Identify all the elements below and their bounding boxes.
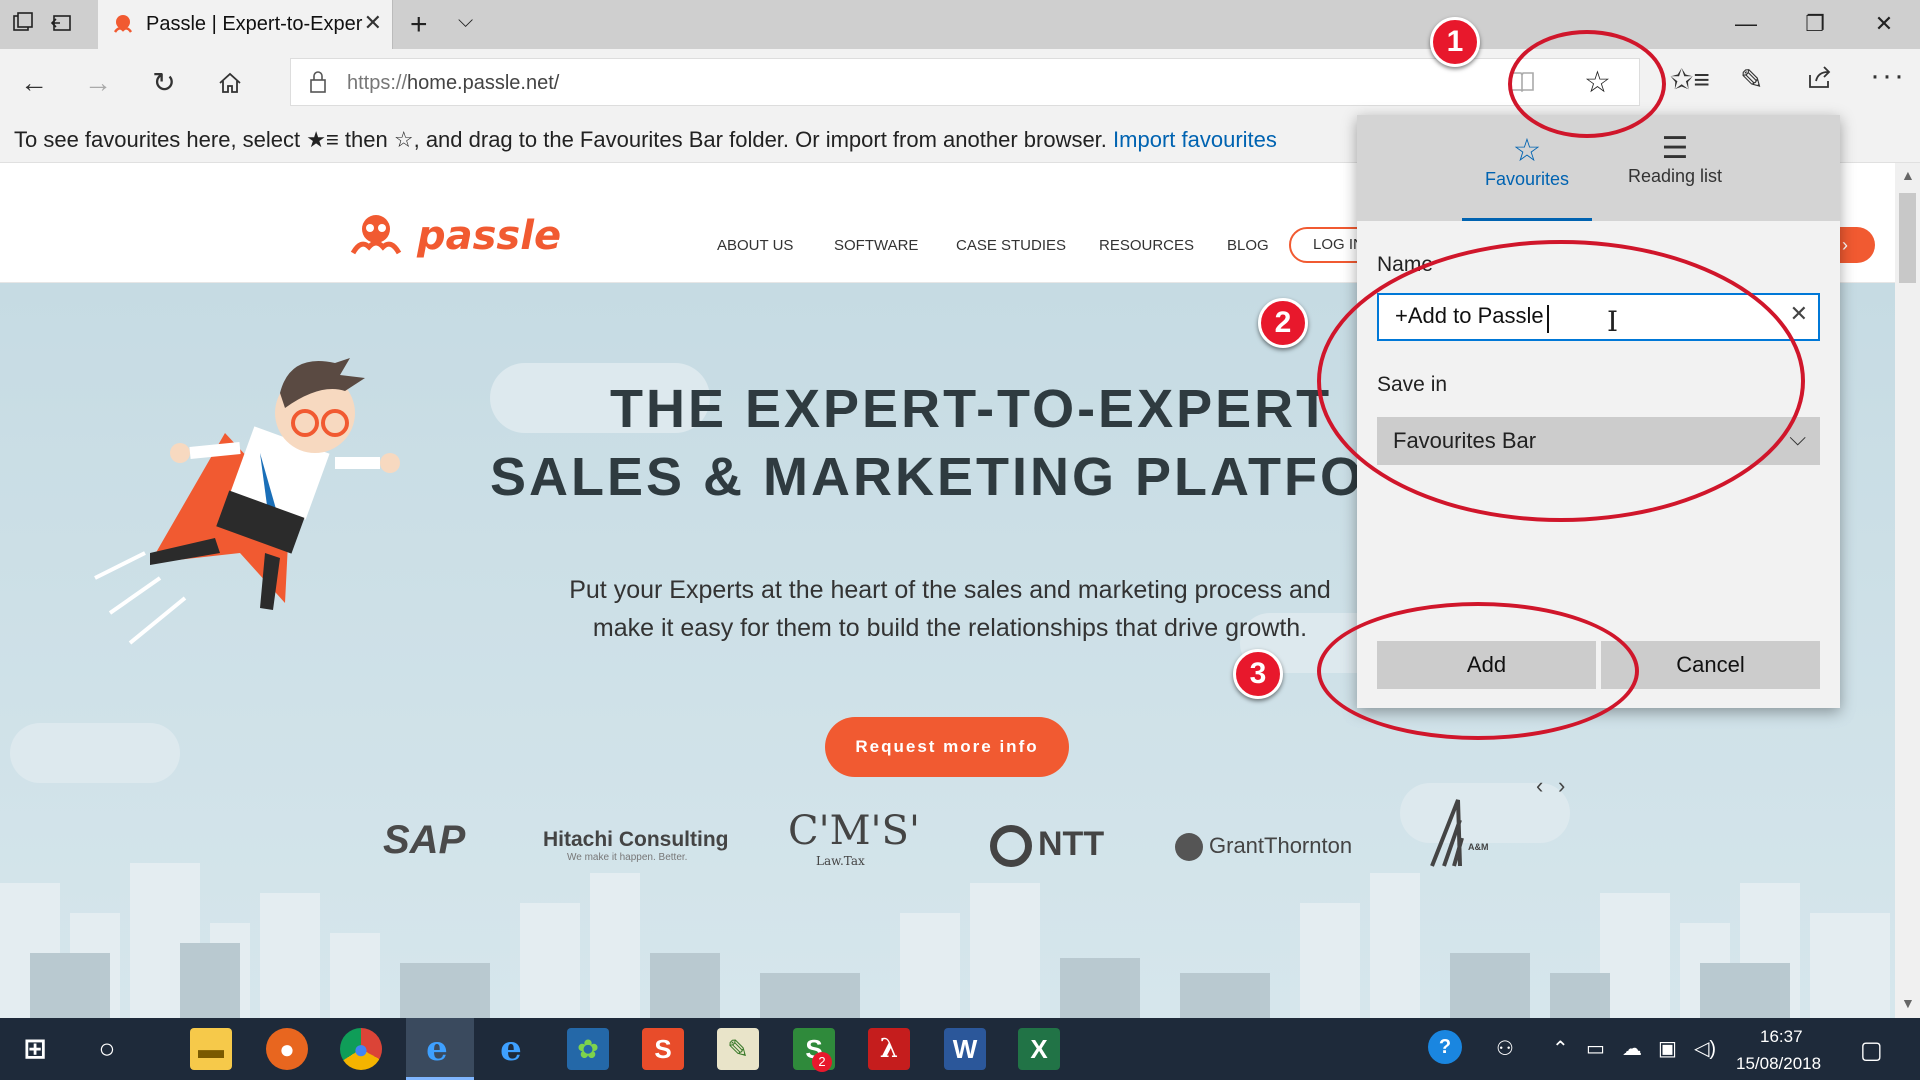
network-icon[interactable]: ▣ bbox=[1658, 1036, 1677, 1061]
set-aside-tabs-icon[interactable] bbox=[48, 12, 74, 38]
people-icon[interactable]: ⚇ bbox=[1496, 1036, 1514, 1061]
share-icon[interactable] bbox=[1806, 63, 1834, 98]
scroll-up-icon[interactable]: ▲ bbox=[1901, 167, 1915, 183]
url-text: https://home.passle.net/ bbox=[347, 72, 560, 94]
address-bar[interactable]: https://home.passle.net/ ☆ bbox=[290, 58, 1640, 106]
internet-explorer-icon[interactable]: e bbox=[490, 1028, 532, 1070]
logo-text: passle bbox=[417, 213, 562, 259]
import-favourites-link[interactable]: Import favourites bbox=[1113, 127, 1277, 152]
tab-reading-list[interactable]: ☰ Reading list bbox=[1600, 127, 1750, 221]
menu-blog[interactable]: BLOG bbox=[1227, 237, 1269, 254]
notepad-app-icon[interactable]: ✎ bbox=[717, 1028, 759, 1070]
onedrive-icon[interactable]: ☁ bbox=[1622, 1036, 1642, 1061]
restore-icon[interactable]: ❐ bbox=[1795, 6, 1835, 42]
favourites-hint: To see favourites here, select ★≡ then ☆… bbox=[14, 127, 1277, 152]
refresh-icon[interactable]: ↻ bbox=[144, 63, 184, 103]
client-logo-hitachi: Hitachi Consulting We make it happen. Be… bbox=[543, 828, 729, 863]
battery-icon[interactable]: ▭ bbox=[1586, 1036, 1605, 1061]
ntt-ring-icon bbox=[990, 825, 1032, 868]
reading-list-icon: ☰ bbox=[1661, 132, 1689, 165]
excel-icon[interactable]: X bbox=[1018, 1028, 1060, 1070]
tab-title: Passle | Expert-to-Exper bbox=[146, 13, 363, 35]
client-logo-grant-thornton: GrantThornton bbox=[1175, 833, 1352, 862]
city-skyline-illustration bbox=[0, 863, 1890, 1018]
hero-title-line1: THE EXPERT-TO-EXPERT bbox=[610, 379, 1333, 439]
new-tab-icon[interactable]: + bbox=[410, 8, 428, 42]
chrome-icon[interactable]: ● bbox=[340, 1028, 382, 1070]
annotation-ring-1 bbox=[1508, 30, 1666, 138]
annotation-ring-2 bbox=[1317, 240, 1805, 522]
snagit-icon[interactable]: S bbox=[642, 1028, 684, 1070]
tab-manager-icon[interactable] bbox=[10, 12, 36, 38]
clock-date[interactable]: 15/08/2018 bbox=[1736, 1054, 1821, 1074]
hero-subtitle: Put your Experts at the heart of the sal… bbox=[569, 576, 1331, 642]
firefox-icon[interactable]: ● bbox=[266, 1028, 308, 1070]
menu-resources[interactable]: RESOURCES bbox=[1099, 237, 1194, 254]
client-logo-am: A&M bbox=[1430, 798, 1489, 873]
favorites-hub-icon[interactable]: ✩≡ bbox=[1670, 63, 1710, 96]
menu-about-us[interactable]: ABOUT US bbox=[717, 237, 793, 254]
acrobat-icon[interactable]: λ bbox=[868, 1028, 910, 1070]
menu-software[interactable]: SOFTWARE bbox=[834, 237, 918, 254]
request-more-info-button[interactable]: Request more info bbox=[825, 717, 1069, 777]
step-badge-2: 2 bbox=[1258, 298, 1308, 348]
clear-icon[interactable]: ✕ bbox=[1790, 301, 1808, 327]
volume-icon[interactable]: ◁) bbox=[1694, 1036, 1716, 1061]
tab-passle[interactable]: Passle | Expert-to-Exper ✕ bbox=[98, 0, 393, 49]
am-logo-icon bbox=[1430, 799, 1464, 867]
clock-time[interactable]: 16:37 bbox=[1760, 1027, 1803, 1047]
page-scrollbar[interactable]: ▲ ▼ bbox=[1895, 163, 1920, 1018]
lock-icon bbox=[309, 70, 327, 99]
chevron-up-icon[interactable]: ⌃ bbox=[1552, 1036, 1569, 1061]
client-logo-sap: SAP bbox=[383, 818, 466, 862]
carousel-prev-icon[interactable]: ‹ bbox=[1536, 773, 1543, 799]
word-icon[interactable]: W bbox=[944, 1028, 986, 1070]
cortana-icon[interactable]: ○ bbox=[86, 1028, 128, 1070]
annotation-ring-3 bbox=[1317, 602, 1639, 740]
passle-favicon-icon bbox=[110, 12, 136, 38]
tab-close-icon[interactable]: ✕ bbox=[364, 10, 382, 36]
client-logo-cms: C'M'S' Law.Tax bbox=[788, 808, 920, 868]
minimize-icon[interactable]: — bbox=[1726, 6, 1766, 42]
edge-icon[interactable]: e bbox=[416, 1028, 458, 1070]
file-explorer-icon[interactable]: ▬ bbox=[190, 1028, 232, 1070]
octopus-logo-icon bbox=[350, 215, 402, 255]
client-logo-ntt: NTT bbox=[990, 825, 1104, 868]
hero-title-line2: SALES & MARKETING PLATFORM bbox=[490, 447, 1358, 507]
home-icon[interactable] bbox=[210, 63, 250, 103]
menu-case-studies[interactable]: CASE STUDIES bbox=[956, 237, 1066, 254]
grant-thornton-icon bbox=[1175, 833, 1203, 862]
chevron-down-icon: ⌵ bbox=[1789, 425, 1806, 450]
forward-arrow-icon[interactable]: → bbox=[78, 63, 118, 103]
step-badge-1: 1 bbox=[1430, 17, 1480, 67]
tab-favourites[interactable]: ☆ Favourites bbox=[1462, 127, 1592, 221]
back-arrow-icon[interactable]: ← bbox=[14, 63, 54, 103]
close-window-icon[interactable]: ✕ bbox=[1864, 6, 1904, 42]
pen-icon[interactable]: ✎ bbox=[1740, 63, 1763, 96]
ellipsis-icon[interactable]: ··· bbox=[1870, 59, 1906, 93]
windows-start-icon[interactable]: ⊞ bbox=[14, 1028, 56, 1070]
butterfly-app-icon[interactable]: ✿ bbox=[567, 1028, 609, 1070]
windows-taskbar: ⊞ ○ ▬ ● ● e e ✿ S ✎ S 2 λ W X ? ⚇ ⌃ ▭ ☁ … bbox=[0, 1018, 1920, 1080]
help-icon[interactable]: ? bbox=[1428, 1030, 1462, 1064]
carousel-next-icon[interactable]: › bbox=[1558, 773, 1565, 799]
notification-count-badge: 2 bbox=[812, 1052, 832, 1072]
action-center-icon[interactable]: ▢ bbox=[1860, 1036, 1883, 1065]
step-badge-3: 3 bbox=[1233, 649, 1283, 699]
hero-title-clip: THE EXPERT-TO-EXPERT SALES & MARKETING P… bbox=[0, 283, 1358, 583]
cloud-decoration bbox=[10, 723, 180, 783]
chevron-down-icon[interactable]: ⌵ bbox=[458, 10, 473, 33]
scroll-down-icon[interactable]: ▼ bbox=[1901, 995, 1915, 1011]
scroll-thumb[interactable] bbox=[1899, 193, 1916, 283]
